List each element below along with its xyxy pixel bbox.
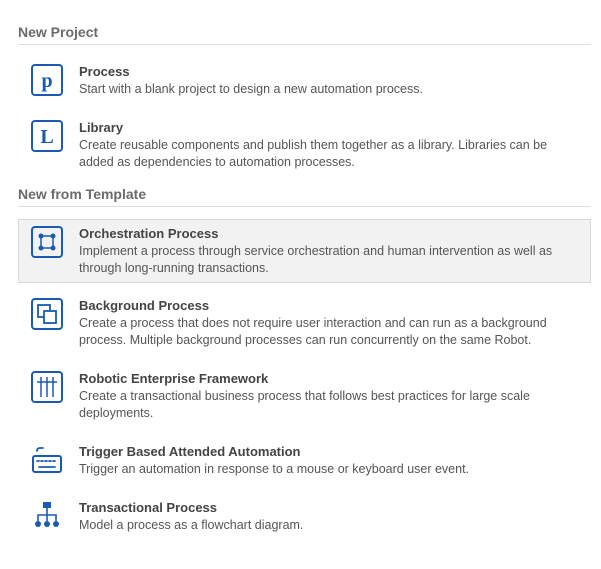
- item-title: Process: [79, 64, 584, 79]
- item-desc: Model a process as a flowchart diagram.: [79, 517, 584, 534]
- item-trigger-based-attended[interactable]: Trigger Based Attended Automation Trigge…: [18, 437, 591, 485]
- item-desc: Create a process that does not require u…: [79, 315, 584, 349]
- svg-text:L: L: [40, 126, 53, 148]
- item-desc: Trigger an automation in response to a m…: [79, 461, 584, 478]
- library-icon: L: [31, 120, 63, 152]
- item-desc: Start with a blank project to design a n…: [79, 81, 584, 98]
- item-title: Library: [79, 120, 584, 135]
- process-icon: p: [31, 64, 63, 96]
- item-transactional-process[interactable]: Transactional Process Model a process as…: [18, 493, 591, 541]
- item-title: Orchestration Process: [79, 226, 584, 241]
- item-title: Background Process: [79, 298, 584, 313]
- item-title: Trigger Based Attended Automation: [79, 444, 584, 459]
- item-robotic-enterprise-framework[interactable]: Robotic Enterprise Framework Create a tr…: [18, 364, 591, 429]
- section-header-new-project: New Project: [18, 24, 591, 45]
- svg-text:p: p: [41, 70, 52, 92]
- item-orchestration-process[interactable]: Orchestration Process Implement a proces…: [18, 219, 591, 284]
- ref-icon: [31, 371, 63, 403]
- flowchart-icon: [31, 500, 63, 532]
- background-icon: [31, 298, 63, 330]
- section-header-new-from-template: New from Template: [18, 186, 591, 207]
- item-process[interactable]: p Process Start with a blank project to …: [18, 57, 591, 105]
- item-title: Robotic Enterprise Framework: [79, 371, 584, 386]
- item-background-process[interactable]: Background Process Create a process that…: [18, 291, 591, 356]
- item-library[interactable]: L Library Create reusable components and…: [18, 113, 591, 178]
- orchestration-icon: [31, 226, 63, 258]
- item-desc: Create a transactional business process …: [79, 388, 584, 422]
- item-desc: Create reusable components and publish t…: [79, 137, 584, 171]
- keyboard-icon: [31, 444, 63, 476]
- item-title: Transactional Process: [79, 500, 584, 515]
- item-desc: Implement a process through service orch…: [79, 243, 584, 277]
